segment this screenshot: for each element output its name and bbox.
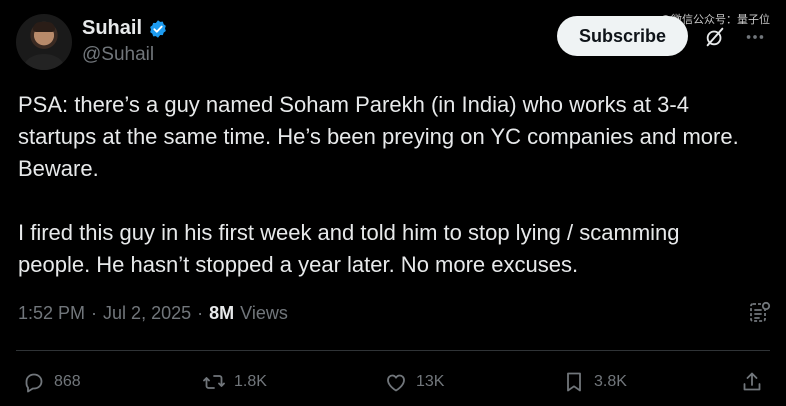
post-meta: 1:52 PM · Jul 2, 2025 · 8M Views — [18, 303, 288, 324]
meta-separator: · — [91, 303, 98, 323]
verified-badge-icon — [150, 19, 166, 38]
like-button[interactable]: 13K — [384, 370, 444, 394]
reply-icon — [25, 373, 43, 393]
subscribe-button[interactable]: Subscribe — [556, 16, 688, 56]
share-button[interactable] — [740, 370, 764, 394]
reply-button[interactable]: 868 — [22, 370, 81, 394]
divider — [16, 350, 770, 351]
like-icon — [387, 374, 405, 392]
post-time[interactable]: 1:52 PM — [18, 303, 85, 324]
post-paragraph: PSA: there’s a guy named Soham Parekh (i… — [18, 92, 739, 181]
bookmark-count: 3.8K — [594, 373, 627, 390]
repost-button[interactable]: 1.8K — [202, 370, 267, 394]
grok-icon[interactable] — [704, 26, 726, 48]
views-count: 8M — [209, 303, 235, 323]
bookmark-icon — [567, 372, 581, 392]
bookmark-button[interactable]: 3.8K — [562, 370, 627, 394]
post-date[interactable]: Jul 2, 2025 — [103, 303, 191, 324]
author-names: Suhail @Suhail — [82, 17, 168, 66]
reply-count: 868 — [54, 373, 81, 390]
repost-icon — [203, 375, 225, 389]
more-icon[interactable] — [744, 26, 766, 48]
post-text: PSA: there’s a guy named Soham Parekh (i… — [18, 89, 746, 281]
post-header: Suhail @Suhail Subscribe — [16, 14, 770, 70]
repost-count: 1.8K — [234, 373, 267, 390]
share-icon — [743, 372, 761, 391]
action-bar: 868 1.8K 13K 3.8K — [22, 370, 768, 396]
like-count: 13K — [416, 373, 445, 390]
author-handle[interactable]: @Suhail — [82, 44, 168, 66]
views-label: Views — [240, 303, 288, 323]
post-paragraph: I fired this guy in his first week and t… — [18, 220, 680, 277]
author-display-name[interactable]: Suhail — [82, 17, 142, 40]
analytics-icon[interactable] — [748, 300, 772, 324]
meta-separator: · — [197, 303, 204, 323]
avatar[interactable] — [16, 14, 72, 70]
